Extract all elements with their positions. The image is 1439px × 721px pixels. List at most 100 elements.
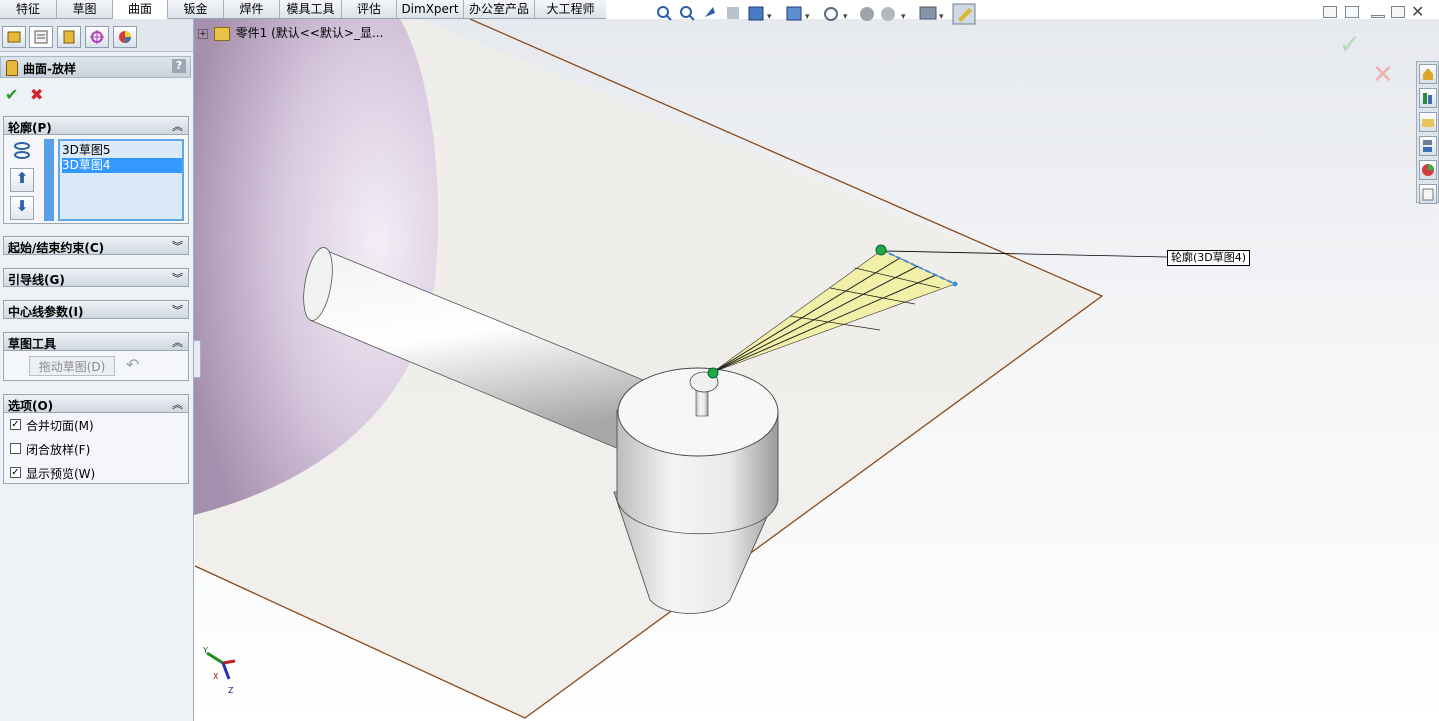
undo-icon[interactable]: ↶ (126, 355, 139, 374)
profile-section-body: ⬆ ⬇ 3D草图5 3D草图4 (3, 135, 189, 224)
help-icon[interactable]: ? (172, 59, 186, 73)
ok-button[interactable]: ✔ (5, 85, 18, 104)
options-section-header[interactable]: 选项(O) ︽ (3, 394, 189, 413)
dimxpert-manager-tab[interactable] (85, 26, 109, 48)
start-end-constraints-label: 起始/结束约束(C) (8, 241, 105, 255)
property-manager-title: 曲面-放样 (23, 62, 76, 76)
profile-list[interactable]: 3D草图5 3D草图4 (58, 139, 184, 221)
zoom-to-fit-icon (657, 6, 672, 21)
display-manager-tab[interactable] (113, 26, 137, 48)
graphics-area[interactable]: Y X Z (194, 19, 1439, 721)
tab-sheet-metal[interactable]: 钣金 (168, 0, 224, 18)
tab-surfaces[interactable]: 曲面 (113, 0, 168, 19)
centerline-parameters-header[interactable]: 中心线参数(I) ︾ (3, 300, 189, 319)
appearances-icon[interactable] (1419, 160, 1437, 180)
svg-text:▾: ▾ (767, 12, 772, 22)
tab-office-products[interactable]: 办公室产品 (464, 0, 535, 18)
centerline-parameters-label: 中心线参数(I) (8, 305, 84, 319)
tab-evaluate[interactable]: 评估 (342, 0, 397, 18)
sketch-tools-header[interactable]: 草图工具 ︽ (3, 332, 189, 351)
solidworks-resources-icon[interactable] (1419, 64, 1437, 84)
confirm-corner-cancel-icon[interactable]: ✕ (1372, 60, 1394, 90)
tab-mold-tools[interactable]: 模具工具 (280, 0, 342, 18)
svg-text:▾: ▾ (939, 12, 944, 22)
configuration-manager-tab[interactable] (57, 26, 81, 48)
profile-section-header[interactable]: 轮廓(P) ︽ (3, 116, 189, 135)
arrow-up-icon: ⬆ (15, 169, 29, 187)
show-preview-checkbox[interactable]: ✓ (10, 467, 21, 478)
merge-tangent-faces-checkbox[interactable]: ✓ (10, 419, 21, 430)
restore-icon[interactable] (1391, 6, 1405, 18)
expand-chevron-icon[interactable]: ︾ (172, 302, 183, 318)
loft-surface-icon (6, 60, 18, 76)
merge-tangent-faces-label: 合并切面(M) (26, 419, 94, 433)
heads-up-view-toolbar: ▾ ▾ ▾ ▾ ▾ (655, 3, 980, 25)
cancel-button[interactable]: ✖ (30, 85, 43, 104)
profile-section-label: 轮廓(P) (8, 121, 52, 135)
collapse-chevron-icon[interactable]: ︽ (172, 334, 183, 350)
tab-sketch[interactable]: 草图 (57, 0, 113, 18)
drag-sketch-button[interactable]: 拖动草图(D) (29, 356, 115, 376)
tab-big-engineer[interactable]: 大工程师 (535, 0, 606, 18)
start-end-constraints-header[interactable]: 起始/结束约束(C) ︾ (3, 236, 189, 255)
guide-curves-header[interactable]: 引导线(G) ︾ (3, 268, 189, 287)
svg-text:▾: ▾ (843, 12, 848, 22)
file-explorer-icon[interactable] (1419, 112, 1437, 132)
zoom-area-icon (680, 6, 695, 21)
selection-color-bar (44, 139, 54, 221)
expand-plus-icon[interactable]: + (198, 28, 208, 39)
list-item[interactable]: 3D草图5 (62, 143, 182, 158)
options-section-label: 选项(O) (8, 399, 54, 413)
command-manager-tabs: 特征 草图 曲面 钣金 焊件 模具工具 评估 DimXpert 办公室产品 大工… (0, 0, 606, 19)
list-item[interactable]: 3D草图4 (62, 158, 182, 173)
previous-view-icon (705, 7, 715, 17)
profile-icon (12, 140, 32, 160)
section-view-icon (727, 7, 739, 19)
minimize-icon[interactable] (1371, 15, 1385, 18)
tile-right-icon[interactable] (1345, 6, 1359, 18)
tab-features[interactable]: 特征 (0, 0, 57, 18)
expand-chevron-icon[interactable]: ︾ (172, 238, 183, 254)
design-library-icon[interactable] (1419, 88, 1437, 108)
property-manager-panel: 曲面-放样 ? ✔ ✖ 轮廓(P) ︽ ⬆ ⬇ 3D草图5 3D草图4 起始/结… (0, 19, 194, 721)
show-preview-label: 显示预览(W) (26, 467, 96, 481)
manager-tabs (0, 19, 193, 52)
feature-manager-tab[interactable] (2, 26, 26, 48)
expand-chevron-icon[interactable]: ︾ (172, 270, 183, 286)
task-pane-tabs (1416, 61, 1439, 204)
svg-text:▾: ▾ (805, 12, 810, 22)
tile-left-icon[interactable] (1323, 6, 1337, 18)
view-orientation-icon (748, 6, 764, 21)
edit-appearance-icon (860, 7, 874, 21)
hide-show-icon (824, 7, 838, 21)
feature-tree-root[interactable]: + 零件1 (默认<<默认>_显... (198, 24, 383, 41)
options-section-body: ✓ 合并切面(M) 闭合放样(F) ✓ 显示预览(W) (3, 413, 189, 484)
tab-weldments[interactable]: 焊件 (224, 0, 280, 18)
property-manager-header: 曲面-放样 ? (0, 56, 191, 78)
arrow-down-icon: ⬇ (15, 197, 29, 215)
close-loft-checkbox[interactable] (10, 443, 21, 454)
collapse-chevron-icon[interactable]: ︽ (172, 396, 183, 412)
svg-text:▾: ▾ (901, 12, 906, 22)
move-up-button[interactable]: ⬆ (10, 168, 34, 192)
triad-z-label: Z (228, 686, 234, 695)
apply-scene-icon (881, 7, 895, 21)
view-palette-icon[interactable] (1419, 136, 1437, 156)
close-loft-label: 闭合放样(F) (26, 443, 91, 457)
view-settings-icon (919, 6, 937, 20)
close-window-icon[interactable]: ✕ (1411, 2, 1424, 21)
tab-dimxpert[interactable]: DimXpert (397, 0, 464, 18)
guide-curves-label: 引导线(G) (8, 273, 65, 287)
display-style-icon (786, 6, 802, 21)
triad-y-label: Y (202, 646, 208, 655)
confirm-corner-ok-icon[interactable]: ✓ (1339, 30, 1361, 60)
collapse-chevron-icon[interactable]: ︽ (172, 118, 183, 134)
sketch-tools-body: 拖动草图(D) ↶ (3, 351, 189, 381)
property-manager-tab[interactable] (29, 26, 53, 48)
panel-splitter-handle[interactable] (193, 340, 201, 378)
part-icon (213, 26, 230, 41)
move-down-button[interactable]: ⬇ (10, 196, 34, 220)
sketch-tools-label: 草图工具 (8, 337, 57, 351)
profile-callout[interactable]: 轮廓(3D草图4) (1167, 250, 1251, 266)
custom-properties-icon[interactable] (1419, 184, 1437, 204)
